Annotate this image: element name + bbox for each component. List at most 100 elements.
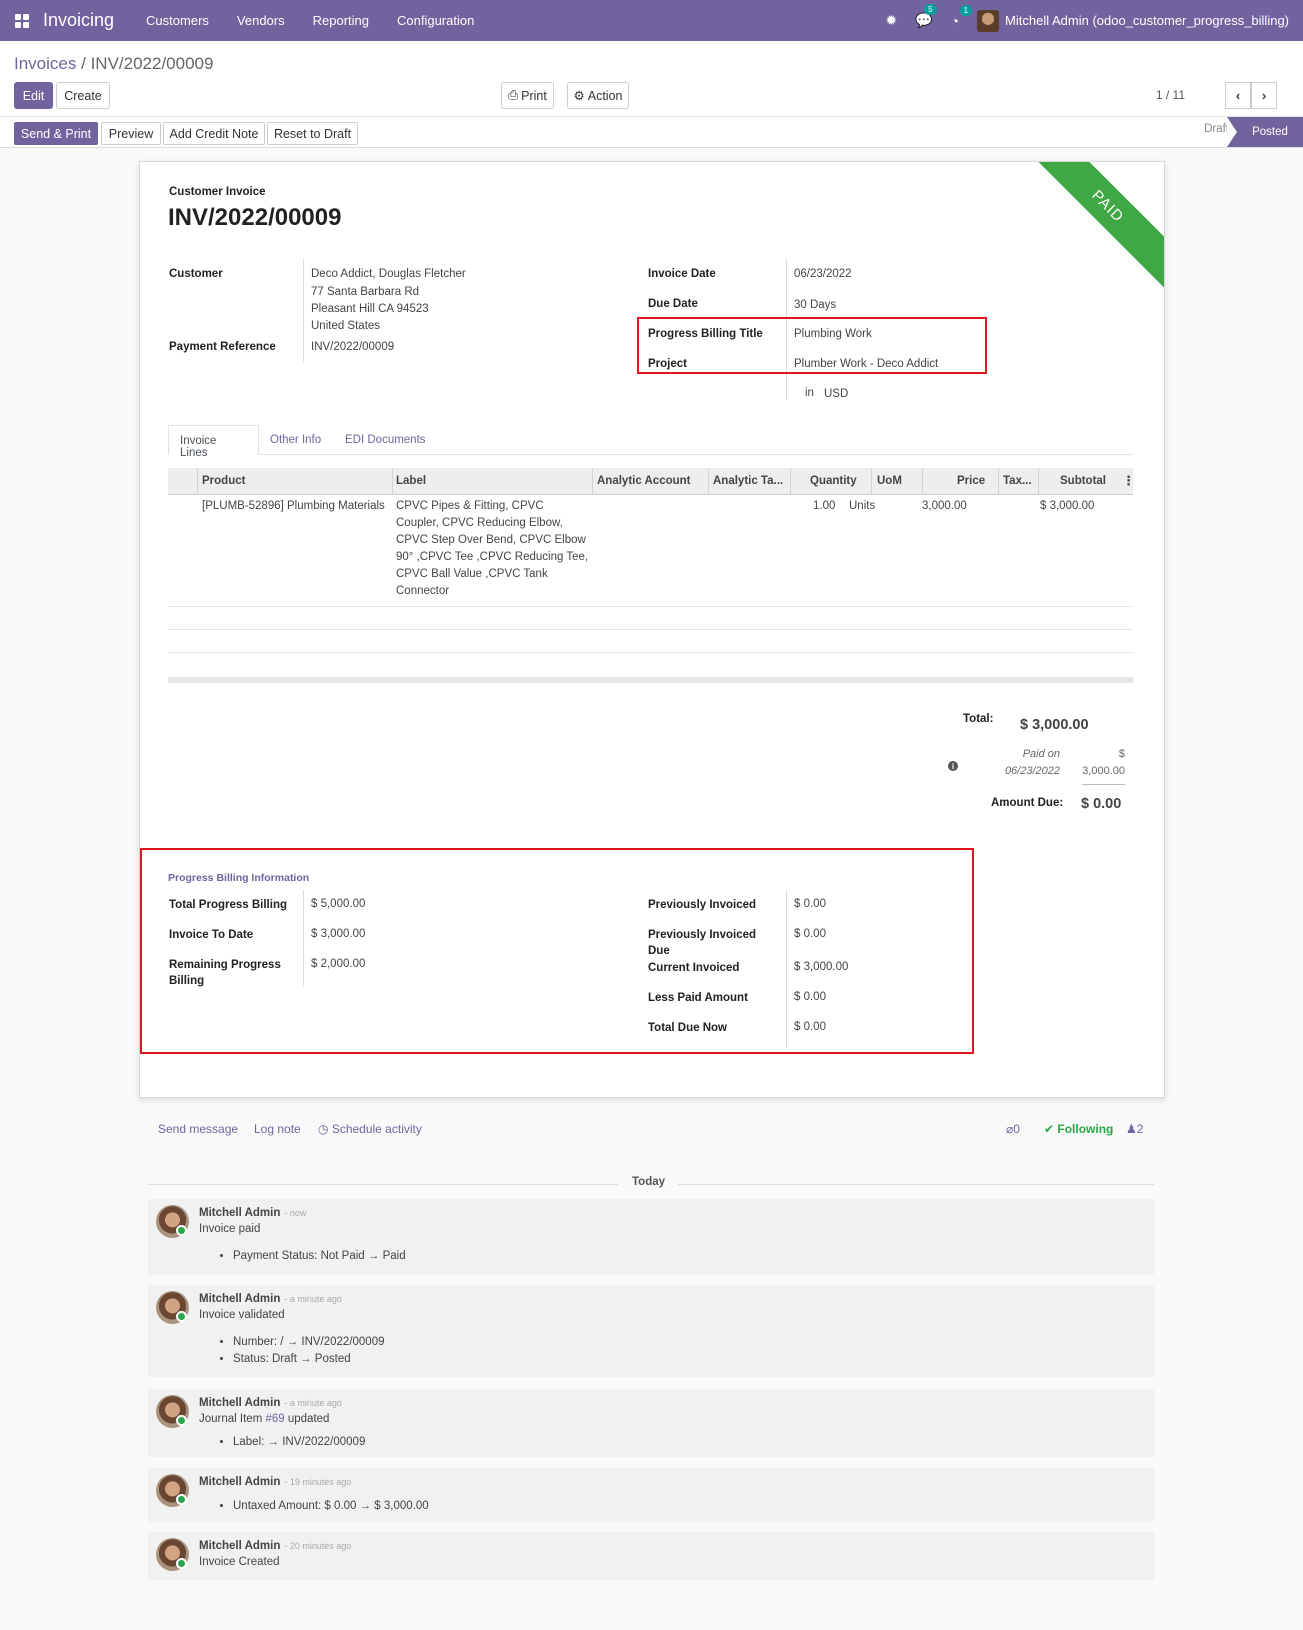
author-name[interactable]: Mitchell Admin	[199, 1540, 280, 1552]
field-separator	[786, 890, 787, 1048]
payment-reference-value: INV/2022/00009	[311, 341, 395, 353]
action-label: Action	[587, 88, 623, 103]
customer-link[interactable]: Deco Addict, Douglas Fletcher	[311, 266, 466, 283]
journal-item-link[interactable]: #69	[265, 1413, 284, 1425]
tab-other-info[interactable]: Other Info	[259, 425, 332, 455]
author-name[interactable]: Mitchell Admin	[199, 1293, 280, 1305]
paid-on-date: 06/23/2022	[1004, 765, 1060, 777]
log-note-button[interactable]: Log note	[254, 1122, 301, 1136]
clock-icon: ◷	[318, 1122, 332, 1136]
print-button[interactable]: ⎙ Print	[501, 82, 554, 109]
person-icon: ♟	[1126, 1122, 1137, 1136]
field-separator	[303, 259, 304, 363]
col-label[interactable]: Label	[396, 475, 426, 487]
column-separator	[708, 468, 709, 495]
messages-badge: 5	[924, 4, 937, 15]
status-arrow	[1227, 117, 1237, 147]
line-product[interactable]: [PLUMB-52896] Plumbing Materials	[202, 498, 385, 515]
payment-info-icon[interactable]: i	[948, 761, 958, 771]
tab-edi-documents[interactable]: EDI Documents	[334, 425, 437, 455]
attachments-count: 0	[1013, 1122, 1020, 1136]
breadcrumb-invoices[interactable]: Invoices	[14, 54, 76, 73]
following-button[interactable]: ✔ Following	[1044, 1122, 1113, 1136]
address-line-2: Pleasant Hill CA 94523	[311, 303, 429, 315]
reset-to-draft-button[interactable]: Reset to Draft	[267, 122, 358, 145]
col-analytic-tags[interactable]: Analytic Ta...	[713, 475, 783, 487]
invoice-date-value: 06/23/2022	[794, 268, 852, 280]
activities-icon[interactable]: ◔ 1	[951, 4, 973, 29]
col-analytic-account[interactable]: Analytic Account	[597, 475, 691, 487]
author-name[interactable]: Mitchell Admin	[199, 1207, 280, 1219]
line-quantity[interactable]: 1.00	[813, 498, 835, 515]
address-line-1: 77 Santa Barbara Rd	[311, 286, 420, 298]
pager-next-button[interactable]: ›	[1251, 82, 1277, 109]
action-button[interactable]: ⚙ Action	[567, 82, 629, 109]
apps-menu-icon[interactable]	[15, 13, 29, 28]
add-credit-note-button[interactable]: Add Credit Note	[163, 122, 265, 145]
control-panel: Invoices / INV/2022/00009 Edit Create ⎙ P…	[0, 41, 1303, 148]
col-uom[interactable]: UoM	[877, 475, 902, 487]
chevron-right-icon: ›	[1261, 88, 1267, 103]
edit-button[interactable]: Edit	[14, 82, 53, 109]
payment-terms-link[interactable]: 30 Days	[794, 297, 836, 314]
payment-reference-label: Payment Reference	[169, 341, 276, 353]
user-menu[interactable]: Mitchell Admin (odoo_customer_progress_b…	[977, 9, 1289, 32]
message-time: - now	[284, 1208, 307, 1218]
online-status-icon	[176, 1494, 187, 1505]
amount-due-label: Amount Due:	[991, 797, 1064, 809]
col-quantity[interactable]: Quantity	[810, 475, 857, 487]
message-body: Invoice validated	[199, 1309, 285, 1321]
author-name[interactable]: Mitchell Admin	[199, 1397, 280, 1409]
send-message-button[interactable]: Send message	[158, 1122, 238, 1136]
author-name[interactable]: Mitchell Admin	[199, 1476, 280, 1488]
pager-value[interactable]: 1 / 11	[1156, 88, 1185, 102]
column-separator	[790, 468, 791, 495]
currency-link[interactable]: USD	[824, 386, 848, 403]
messages-icon[interactable]: 💬 5	[915, 4, 937, 29]
customer-label: Customer	[169, 268, 223, 280]
tracking-item: Payment Status: Not Paid → Paid	[233, 1248, 406, 1265]
menu-customers[interactable]: Customers	[132, 13, 223, 28]
amount-due-value: $ 0.00	[1081, 796, 1122, 812]
send-print-button[interactable]: Send & Print	[14, 122, 98, 145]
attachments-button[interactable]: ⌀0	[1006, 1122, 1020, 1136]
preview-button[interactable]: Preview	[101, 122, 161, 145]
tracking-list: Number: / → INV/2022/00009 Status: Draft…	[233, 1334, 385, 1368]
message-body: Invoice Created	[199, 1556, 280, 1568]
col-taxes[interactable]: Tax...	[1003, 475, 1032, 487]
table-footer	[168, 677, 1133, 683]
menu-vendors[interactable]: Vendors	[223, 13, 299, 28]
menu-configuration[interactable]: Configuration	[383, 13, 488, 28]
create-button[interactable]: Create	[56, 82, 110, 109]
followers-button[interactable]: ♟2	[1126, 1122, 1143, 1136]
paid-amount: $ 3,000.00	[1075, 746, 1125, 780]
paid-amount-value: 3,000.00	[1082, 765, 1125, 777]
line-uom[interactable]: Units	[849, 498, 875, 515]
app-name[interactable]: Invoicing	[43, 10, 114, 31]
schedule-activity-label: Schedule activity	[331, 1122, 422, 1136]
message-author: Mitchell Admin - a minute ago	[199, 1293, 342, 1305]
line-label-text: Coupler, CPVC Reducing Elbow,	[396, 517, 563, 529]
table-row-divider	[168, 629, 1133, 630]
message-text: Journal Item	[199, 1413, 263, 1425]
col-product[interactable]: Product	[202, 475, 245, 487]
col-subtotal[interactable]: Subtotal	[1060, 475, 1106, 487]
line-label[interactable]: CPVC Pipes & Fitting, CPVC Coupler, CPVC…	[396, 498, 588, 600]
user-avatar	[977, 9, 1000, 32]
previously-invoiced-due-label-line: Previously Invoiced	[648, 929, 757, 941]
menu-reporting[interactable]: Reporting	[299, 13, 383, 28]
bug-icon[interactable]: ✹	[885, 12, 897, 29]
tab-invoice-lines[interactable]: Invoice Lines	[168, 425, 259, 459]
pager-previous-button[interactable]: ‹	[1225, 82, 1251, 109]
previously-invoiced-due-label-line: Due	[648, 945, 670, 957]
col-price[interactable]: Price	[957, 475, 985, 487]
total-value: $ 3,000.00	[1020, 717, 1089, 733]
line-price[interactable]: 3,000.00	[922, 498, 967, 515]
schedule-activity-button[interactable]: ◷ Schedule activity	[318, 1122, 422, 1136]
tracking-list: Label: → INV/2022/00009	[233, 1434, 365, 1451]
due-date-label: Due Date	[648, 298, 698, 310]
user-name: Mitchell Admin (odoo_customer_progress_b…	[1005, 13, 1289, 28]
field-separator	[303, 890, 304, 987]
optional-columns-icon[interactable]: ⋮	[1122, 473, 1135, 489]
message-time: - a minute ago	[284, 1398, 342, 1408]
